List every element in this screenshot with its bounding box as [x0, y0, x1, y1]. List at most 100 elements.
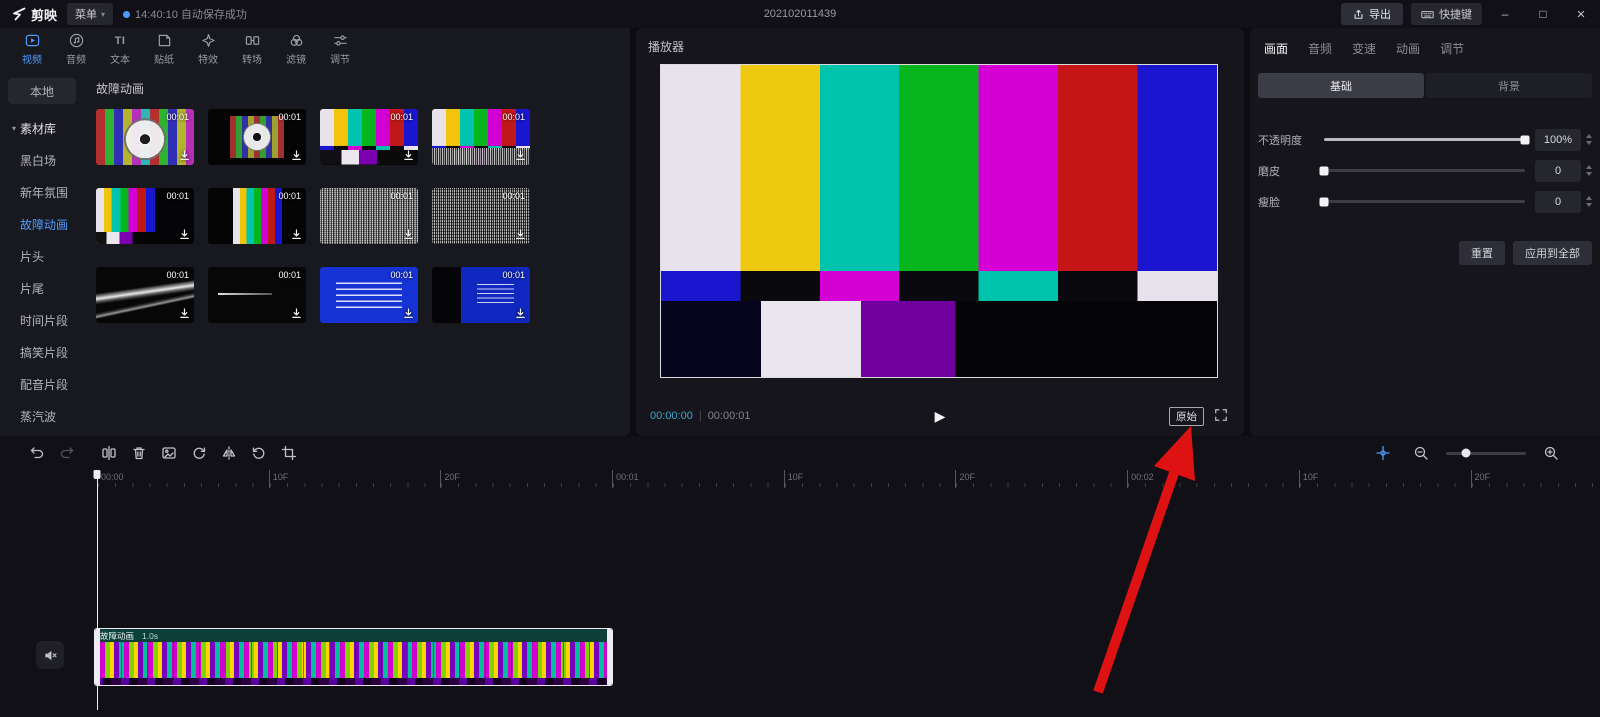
ruler-segment[interactable]: 00:00 — [97, 470, 269, 488]
download-icon[interactable] — [402, 228, 415, 241]
ruler-segment[interactable]: 20F — [955, 470, 1127, 488]
ruler-segment[interactable]: 00:01 — [612, 470, 784, 488]
fullscreen-button[interactable] — [1214, 408, 1230, 424]
sidebar-item[interactable]: ▾ 片尾 — [8, 272, 76, 304]
close-button[interactable]: × — [1566, 0, 1596, 28]
video-preview[interactable] — [660, 64, 1218, 378]
slider-stepper[interactable] — [1586, 196, 1592, 207]
mirror-button[interactable] — [216, 441, 242, 465]
download-icon[interactable] — [290, 307, 303, 320]
sidebar-item[interactable]: ▾ 素材库 — [8, 112, 76, 144]
media-tab-text[interactable]: TI 文本 — [98, 33, 142, 66]
sidebar-item[interactable]: ▾ 配音片段 — [8, 368, 76, 400]
media-tab-video[interactable]: 视频 — [10, 33, 54, 66]
ruler-segment[interactable]: 20F — [440, 470, 612, 488]
download-icon[interactable] — [290, 149, 303, 162]
media-tab-filter[interactable]: 滤镜 — [274, 33, 318, 66]
download-icon[interactable] — [178, 307, 191, 320]
sidebar-item[interactable]: ▾ 新年氛围 — [8, 176, 76, 208]
play-button[interactable]: ▶ — [935, 408, 946, 425]
properties-tab[interactable]: 动画 — [1396, 40, 1420, 57]
material-thumbnail[interactable]: 00:01 — [96, 188, 194, 244]
ruler-segment[interactable]: 10F — [269, 470, 441, 488]
material-thumbnail[interactable]: 00:01 — [208, 109, 306, 165]
rotate-button[interactable] — [246, 441, 272, 465]
segment-tab[interactable]: 基础 — [1258, 73, 1424, 98]
sidebar-item[interactable]: ▾ 故障动画 — [8, 208, 76, 240]
download-icon[interactable] — [178, 149, 191, 162]
slider-track[interactable] — [1324, 169, 1525, 172]
timeline-ruler[interactable]: 00:00 10F 20F 00:01 10F 2 — [0, 470, 1600, 488]
material-thumbnail[interactable]: 00:01 — [96, 109, 194, 165]
freeze-frame-button[interactable] — [156, 441, 182, 465]
sidebar-item[interactable]: ▾ 本地 — [8, 78, 76, 104]
stepper-up-icon[interactable] — [1586, 134, 1592, 138]
slider-handle[interactable] — [1320, 197, 1329, 206]
properties-tab[interactable]: 调节 — [1440, 40, 1464, 57]
stepper-up-icon[interactable] — [1586, 196, 1592, 200]
download-icon[interactable] — [402, 307, 415, 320]
slider-track[interactable] — [1324, 200, 1525, 203]
stepper-down-icon[interactable] — [1586, 203, 1592, 207]
ruler-segment[interactable]: 10F — [784, 470, 956, 488]
media-tab-transition[interactable]: 转场 — [230, 33, 274, 66]
reset-button[interactable]: 重置 — [1459, 241, 1505, 265]
menu-button[interactable]: 菜单 ▾ — [67, 3, 113, 25]
playhead[interactable] — [93, 470, 100, 710]
slider-stepper[interactable] — [1586, 134, 1592, 145]
material-thumbnail[interactable]: 00:01 — [320, 188, 418, 244]
original-quality-button[interactable]: 原始 — [1169, 407, 1204, 426]
slider-stepper[interactable] — [1586, 165, 1592, 176]
download-icon[interactable] — [514, 307, 527, 320]
clip-trim-handle-right[interactable] — [607, 629, 612, 685]
sidebar-item[interactable]: ▾ 片头 — [8, 240, 76, 272]
stepper-down-icon[interactable] — [1586, 141, 1592, 145]
properties-tab[interactable]: 音频 — [1308, 40, 1332, 57]
maximize-button[interactable]: □ — [1528, 0, 1558, 28]
sidebar-item[interactable]: ▾ 搞笑片段 — [8, 336, 76, 368]
slider-value[interactable]: 0 — [1535, 160, 1581, 182]
material-thumbnail[interactable]: 00:01 — [96, 267, 194, 323]
track-audio-toggle[interactable] — [36, 641, 64, 669]
material-thumbnail[interactable]: 00:01 — [432, 267, 530, 323]
material-thumbnail[interactable]: 00:01 — [208, 188, 306, 244]
slider-value[interactable]: 100% — [1535, 129, 1581, 151]
snap-toggle[interactable] — [1370, 441, 1396, 465]
sidebar-item[interactable]: ▾ 蒸汽波 — [8, 400, 76, 432]
material-thumbnail[interactable]: 00:01 — [320, 109, 418, 165]
delete-button[interactable] — [126, 441, 152, 465]
undo-button[interactable] — [24, 441, 50, 465]
media-tab-effects[interactable]: 特效 — [186, 33, 230, 66]
material-thumbnail[interactable]: 00:01 — [208, 267, 306, 323]
download-icon[interactable] — [290, 228, 303, 241]
stepper-up-icon[interactable] — [1586, 165, 1592, 169]
material-thumbnail[interactable]: 00:01 — [432, 188, 530, 244]
ruler-segment[interactable]: 00:02 — [1127, 470, 1299, 488]
download-icon[interactable] — [178, 228, 191, 241]
media-tab-audio[interactable]: 音频 — [54, 33, 98, 66]
sidebar-item[interactable]: ▾ 黑白场 — [8, 144, 76, 176]
minimize-button[interactable]: – — [1490, 0, 1520, 28]
reverse-button[interactable] — [186, 441, 212, 465]
media-tab-sticker[interactable]: 贴纸 — [142, 33, 186, 66]
zoom-slider-handle[interactable] — [1462, 449, 1471, 458]
zoom-out-button[interactable] — [1408, 441, 1434, 465]
export-button[interactable]: 导出 — [1341, 3, 1403, 25]
slider-track[interactable] — [1324, 138, 1525, 141]
timeline-clip[interactable]: 故障动画 1.0s — [94, 628, 613, 686]
apply-to-all-button[interactable]: 应用到全部 — [1513, 241, 1592, 265]
material-thumbnail[interactable]: 00:01 — [320, 267, 418, 323]
slider-value[interactable]: 0 — [1535, 191, 1581, 213]
shortcuts-button[interactable]: 快捷键 — [1411, 3, 1482, 25]
material-thumbnail[interactable]: 00:01 — [432, 109, 530, 165]
slider-handle[interactable] — [1320, 166, 1329, 175]
download-icon[interactable] — [514, 149, 527, 162]
sidebar-item[interactable]: ▾ 时间片段 — [8, 304, 76, 336]
split-button[interactable] — [96, 441, 122, 465]
properties-tab[interactable]: 变速 — [1352, 40, 1376, 57]
zoom-in-button[interactable] — [1538, 441, 1564, 465]
segment-tab[interactable]: 背景 — [1426, 73, 1592, 98]
ruler-segment[interactable]: 20F — [1471, 470, 1600, 488]
download-icon[interactable] — [402, 149, 415, 162]
stepper-down-icon[interactable] — [1586, 172, 1592, 176]
